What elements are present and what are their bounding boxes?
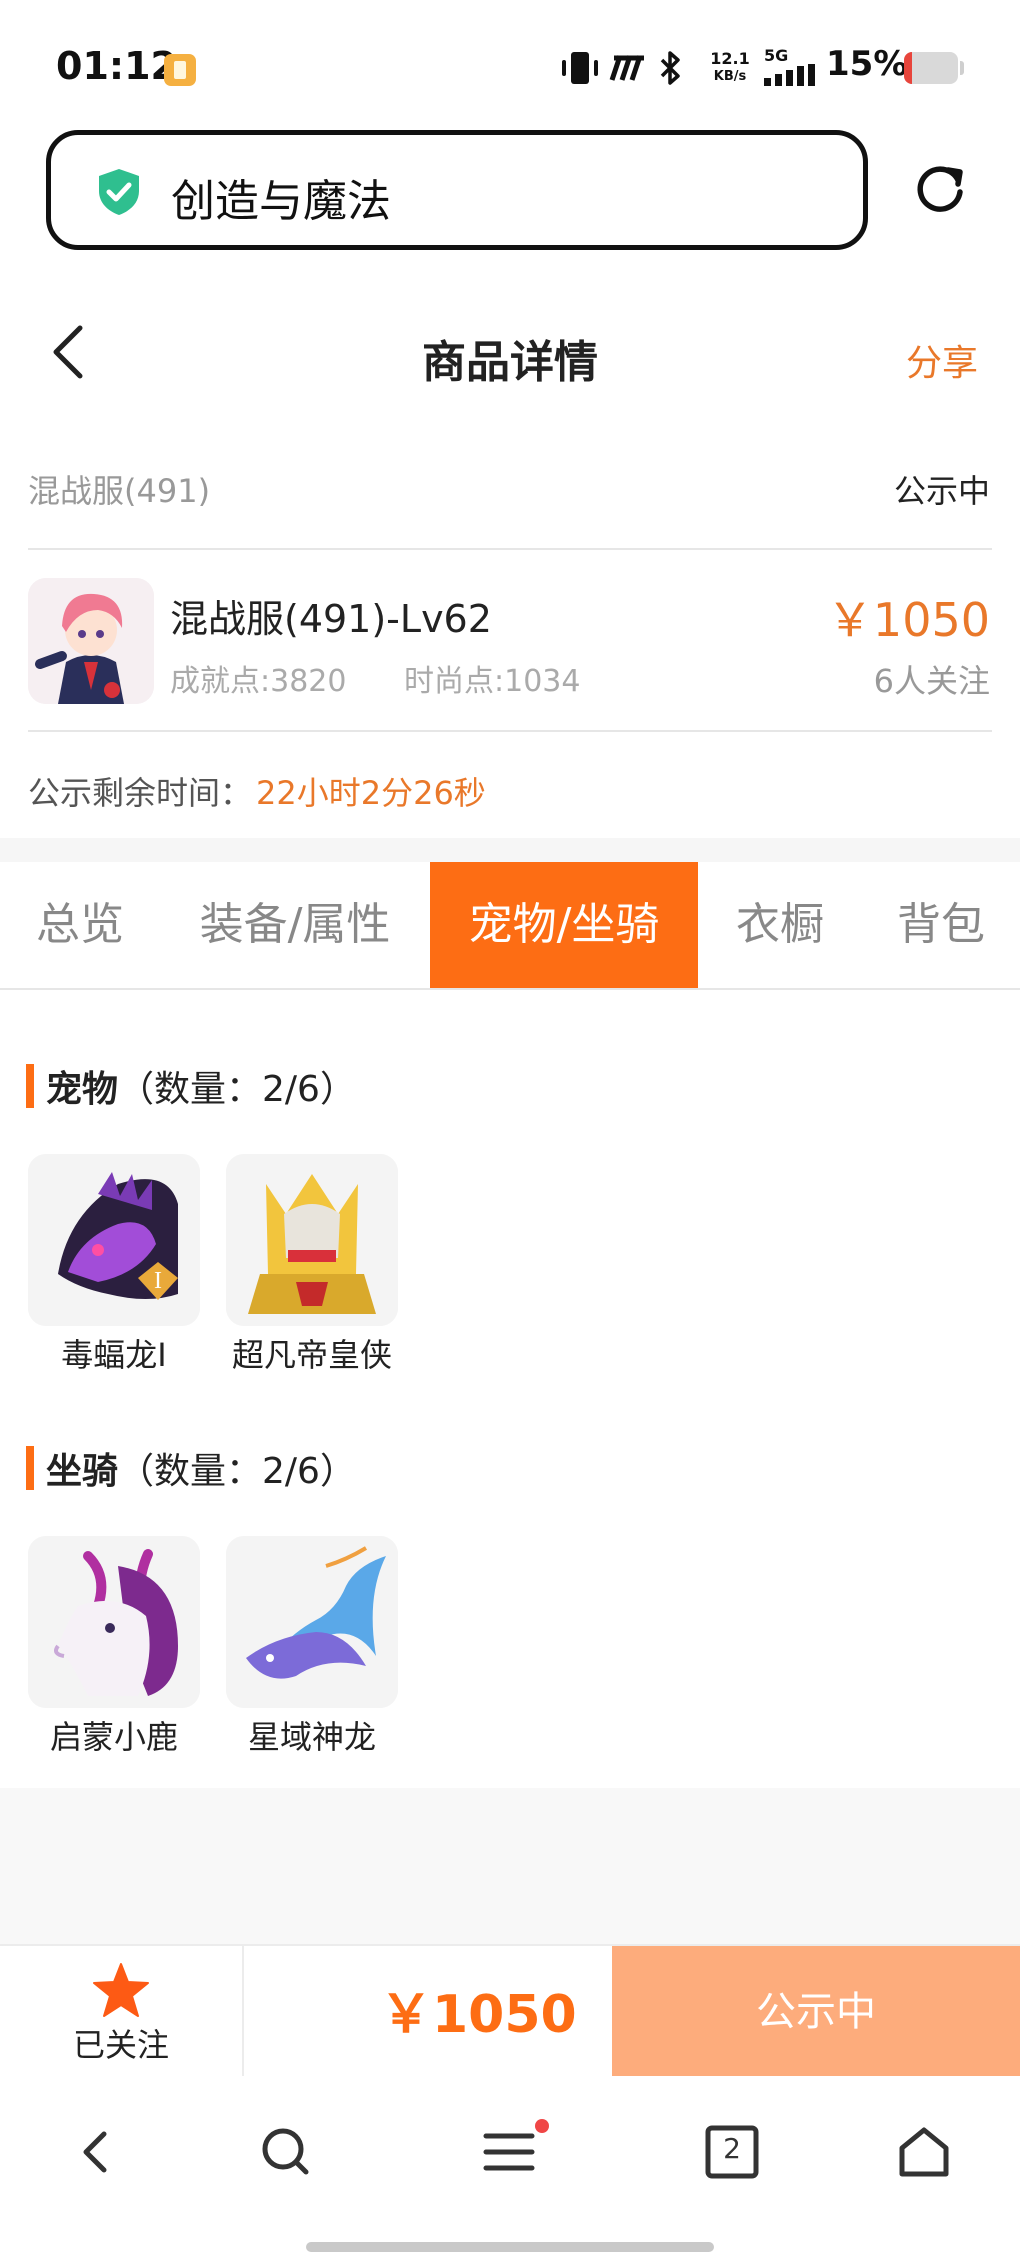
battery-icon [904,52,958,84]
remaining-time-value: 22小时2分26秒 [256,774,486,812]
buy-button-disabled[interactable]: 公示中 [612,1946,1020,2078]
emperor-hero-image [226,1154,398,1326]
section-separator [0,838,1020,862]
action-bar: 已关注 ￥1050 公示中 [0,1944,1020,2078]
svg-text:I: I [154,1268,162,1294]
tab-wardrobe[interactable]: 衣橱 [708,862,852,988]
tab-equipment[interactable]: 装备/属性 [170,862,420,988]
mount-name: 启蒙小鹿 [49,1718,178,1756]
bat-dragon-image: I [28,1154,200,1326]
tabs-button[interactable]: 2 [702,2122,762,2182]
star-icon [93,1963,149,2017]
mount-tile[interactable] [226,1536,398,1708]
mount-name: 星域神龙 [247,1718,376,1756]
fashion-points: 时尚点:1034 [404,664,581,699]
mounts-section-title: 坐骑（数量：2/6） [46,1451,356,1492]
divider [28,730,992,732]
battery-percent: 15% [826,44,908,84]
nav-back-icon[interactable] [66,2122,126,2182]
price: ￥1050 [826,593,990,647]
pet-name: 毒蝠龙Ⅰ [61,1336,167,1374]
browser-nav-bar: 2 [0,2076,1020,2267]
home-icon[interactable] [894,2122,954,2182]
status-time: 01:12 [56,44,177,88]
tab-backpack[interactable]: 背包 [862,862,1020,988]
network-type: 5G [764,46,789,65]
reload-icon[interactable] [912,162,968,218]
page-title: 商品详情 [422,337,598,388]
bottom-price: ￥1050 [380,1985,577,2045]
address-bar[interactable]: 创造与魔法 [46,130,868,250]
tab-count: 2 [723,2132,741,2165]
tab-overview[interactable]: 总览 [0,862,160,988]
server-label: 混战服(491) [28,472,211,510]
pet-name: 超凡帝皇侠 [231,1336,392,1374]
battery-fill [904,52,913,84]
content-footer-space [0,1788,1020,1944]
mount-tile[interactable] [28,1536,200,1708]
remaining-time-label: 公示剩余时间： [28,774,253,812]
pet-tile[interactable] [226,1154,398,1326]
item-name: 混战服(491)-Lv62 [170,597,492,641]
status-bar: 01:12 12.1 KB/s 5G 15% [0,0,1020,130]
star-dragon-image [226,1536,398,1708]
follow-button[interactable]: 已关注 [0,1946,244,2078]
character-avatar [28,578,154,704]
section-marker [26,1446,34,1490]
address-title: 创造与魔法 [171,176,391,227]
home-indicator[interactable] [306,2242,714,2252]
follower-count: 6人关注 [873,662,990,700]
vibrate-icon [562,52,598,84]
search-icon[interactable] [256,2122,316,2182]
pet-tile[interactable]: I [28,1154,200,1326]
bluetooth-icon [660,51,680,85]
sim-card-icon [164,54,196,86]
achievement-points: 成就点:3820 [170,664,347,699]
net-speed: 12.1 KB/s [710,49,750,85]
share-link[interactable]: 分享 [906,334,978,386]
follow-label: 已关注 [72,2026,169,2064]
nfc-icon [609,55,644,81]
tab-bar: 总览 装备/属性 宠物/坐骑 衣橱 背包 [0,862,1020,990]
deer-image [28,1536,200,1708]
listing-status: 公示中 [893,472,990,510]
pets-section-title: 宠物（数量：2/6） [46,1069,356,1110]
section-marker [26,1064,34,1108]
divider [28,548,992,550]
shield-icon [99,169,139,215]
menu-icon[interactable] [480,2116,556,2186]
signal-icon [764,64,815,86]
tab-pets-mounts[interactable]: 宠物/坐骑 [430,862,698,988]
battery-nub [960,61,964,75]
